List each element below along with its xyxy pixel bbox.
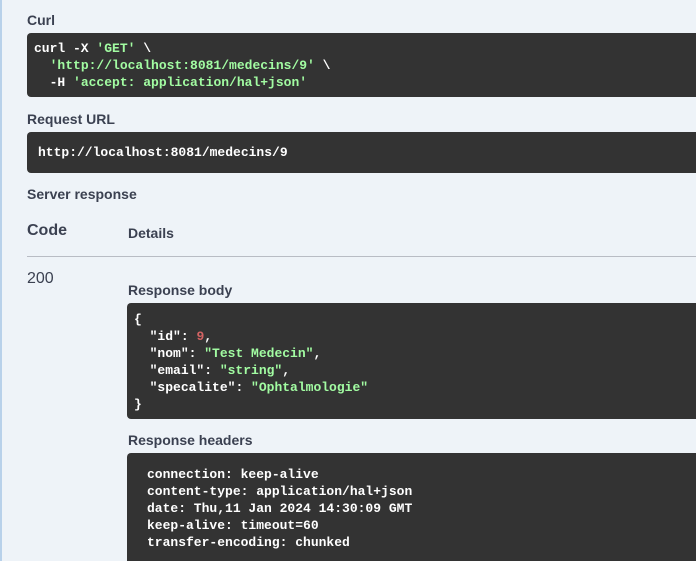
json-key: "nom" [149,346,189,361]
json-open-brace: { [134,312,142,327]
json-comma: , [282,363,291,378]
curl-method: 'GET' [96,41,136,56]
response-headers-block[interactable]: connection: keep-alive content-type: app… [127,453,696,561]
response-body-block[interactable]: { "id": 9, "nom": "Test Medecin", "email… [127,303,696,419]
status-code: 200 [27,270,54,287]
curl-url: 'http://localhost:8081/medecins/9' [49,58,315,73]
curl-code-block[interactable]: curl -X 'GET' \ 'http://localhost:8081/m… [27,33,696,97]
json-value: "string" [219,363,283,378]
curl-header-flag: -H [49,75,74,90]
details-column-header: Details [128,225,174,241]
left-border [0,0,2,561]
json-comma: , [204,329,213,344]
json-close-brace: } [134,397,142,412]
json-key: "id" [149,329,181,344]
code-column-header: Code [27,222,67,239]
header-line: content-type: application/hal+json [147,484,413,499]
table-divider [27,256,696,257]
json-key: "specalite" [149,380,236,395]
header-line: connection: keep-alive [147,467,319,482]
header-line: keep-alive: timeout=60 [147,518,319,533]
request-url-value: http://localhost:8081/medecins/9 [38,145,288,160]
curl-label: Curl [27,12,55,28]
json-value: "Ophtalmologie" [251,380,369,395]
curl-command: curl -X [34,41,97,56]
curl-continuation: \ [135,41,152,56]
request-url-label: Request URL [27,111,115,127]
request-url-block[interactable]: http://localhost:8081/medecins/9 [27,132,696,173]
response-body-label: Response body [128,282,233,298]
server-response-label: Server response [27,186,137,202]
header-line: date: Thu,11 Jan 2024 14:30:09 GMT [147,501,413,516]
response-headers-label: Response headers [128,432,253,448]
header-line: transfer-encoding: chunked [147,535,350,550]
curl-header-value: 'accept: application/hal+json' [73,75,308,90]
json-value: "Test Medecin" [204,346,314,361]
curl-continuation: \ [314,58,331,73]
json-comma: , [313,346,322,361]
json-key: "email" [149,363,205,378]
